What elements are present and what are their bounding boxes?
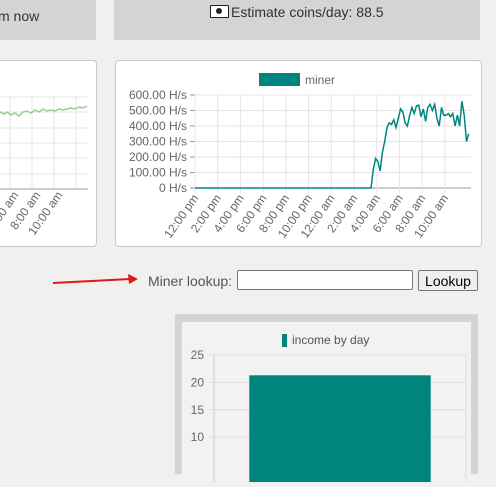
income-chart-svg: income by day 25 20 15 10 xyxy=(191,333,467,487)
income-legend-swatch xyxy=(282,334,287,347)
income-y-tick-label: 25 xyxy=(191,348,205,362)
coins-summary-box: m now xyxy=(0,0,96,40)
y-tick-label: 400.00 H/s xyxy=(129,119,187,133)
legend-label: miner xyxy=(305,73,335,87)
cash-icon xyxy=(210,5,229,18)
income-chart-panel: income by day 25 20 15 10 xyxy=(175,314,478,487)
income-legend-label: income by day xyxy=(292,333,369,347)
miner-chart-svg: miner 600.00 H/s 500.00 H/s400.00 H/s 300.… xyxy=(129,73,471,241)
legend-swatch xyxy=(259,73,300,86)
estimate-label: Estimate coins/day: xyxy=(231,4,353,20)
income-y-tick-label: 10 xyxy=(191,430,205,444)
estimate-coins-box: Estimate coins/day: 88.5 xyxy=(114,0,480,40)
income-bar xyxy=(249,375,431,487)
y-tick-label: 100.00 H/s xyxy=(129,166,187,180)
hashrate-chart-svg: 6:00 am 8:00 am 10:00 am xyxy=(0,96,88,238)
lookup-button[interactable]: Lookup xyxy=(418,270,478,291)
estimate-value: 88.5 xyxy=(356,4,384,20)
left-chart-line xyxy=(0,105,88,117)
y-tick-label: 0 H/s xyxy=(159,181,187,195)
miner-lookup-input[interactable] xyxy=(237,270,413,290)
income-y-tick-label: 15 xyxy=(191,403,205,417)
y-tick-label: 500.00 H/s xyxy=(129,104,187,118)
miner-lookup-label: Miner lookup: xyxy=(148,273,233,289)
y-tick-label: 600.00 H/s xyxy=(129,88,187,102)
summary-text: m now xyxy=(0,8,40,24)
red-arrow-icon xyxy=(52,274,138,284)
y-tick-label: 300.00 H/s xyxy=(129,135,187,149)
hashrate-chart-partial: 6:00 am 8:00 am 10:00 am xyxy=(0,60,97,247)
miner-series-line xyxy=(195,101,470,189)
income-y-tick-label: 20 xyxy=(191,375,205,389)
y-tick-label: 200.00 H/s xyxy=(129,150,187,164)
miner-chart-panel: miner 600.00 H/s 500.00 H/s 400.00 H/s 300.… xyxy=(115,60,482,247)
